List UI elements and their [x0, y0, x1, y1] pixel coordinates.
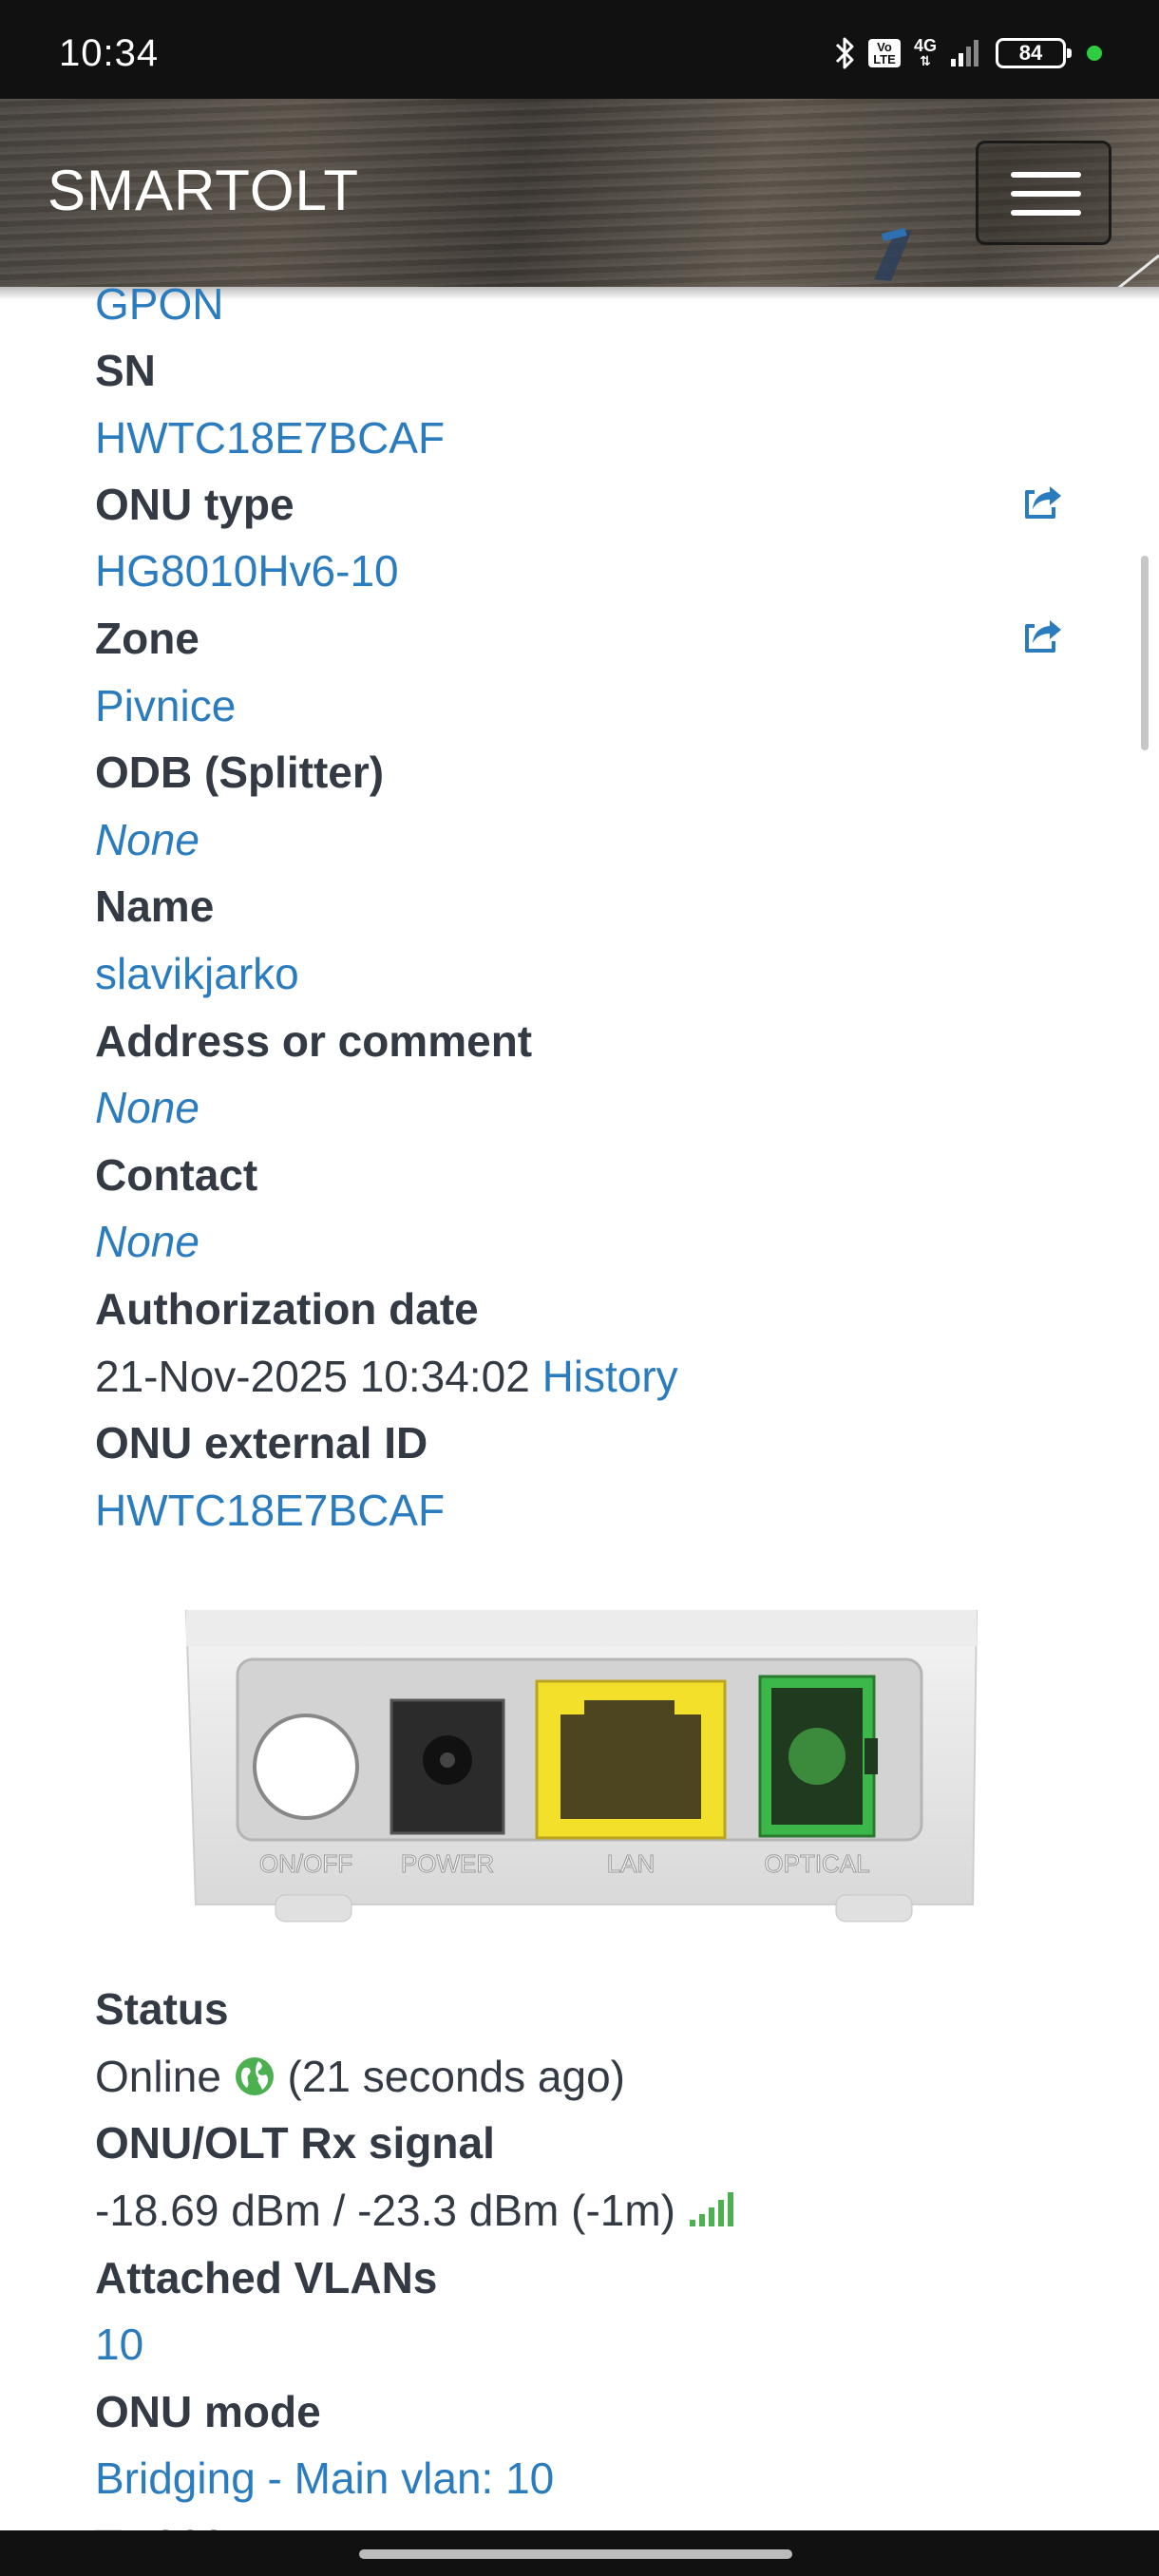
hamburger-icon-line — [1011, 191, 1081, 197]
address-value[interactable]: None — [95, 1079, 200, 1136]
zone-label: Zone — [95, 614, 200, 663]
brand-logo[interactable]: SMARTOLT — [48, 158, 359, 223]
auth-date-row: 21-Nov-2025 10:34:02 History — [95, 1348, 678, 1405]
port-label-power: POWER — [401, 1849, 494, 1878]
onu-device-image: ON/OFF POWER LAN OPTICAL — [184, 1610, 978, 1923]
edit-zone-icon[interactable] — [1021, 613, 1067, 658]
port-label-onoff: ON/OFF — [259, 1849, 352, 1878]
globe-icon — [235, 2057, 274, 2095]
battery-icon: 84 — [996, 38, 1072, 68]
volte-bottom: LTE — [873, 52, 896, 66]
network-type: 4G ⇅ — [913, 36, 937, 68]
bluetooth-icon — [834, 35, 855, 71]
signal-icon — [950, 38, 982, 68]
status-time-ago: (21 seconds ago) — [287, 2052, 625, 2101]
rx-signal-value: -18.69 dBm / -23.3 dBm (-1m) — [95, 2186, 675, 2235]
history-link[interactable]: History — [542, 1352, 678, 1401]
scrollbar[interactable] — [1141, 556, 1149, 750]
rx-signal-label: ONU/OLT Rx signal — [95, 2118, 495, 2168]
status-row: Online (21 seconds ago) — [95, 2048, 625, 2105]
network-label: 4G — [913, 36, 937, 55]
odb-label: ODB (Splitter) — [95, 748, 385, 797]
contact-label: Contact — [95, 1150, 258, 1200]
onu-type-value[interactable]: HG8010Hv6-10 — [95, 542, 399, 599]
port-label-lan: LAN — [607, 1849, 656, 1878]
status-icons: Vo LTE 4G ⇅ 84 — [834, 34, 1102, 72]
name-value[interactable]: slavikjarko — [95, 945, 299, 1002]
sn-value[interactable]: HWTC18E7BCAF — [95, 409, 445, 466]
volte-icon: Vo LTE — [867, 39, 901, 67]
system-nav-bar — [0, 2530, 1159, 2576]
battery-level: 84 — [1018, 41, 1043, 65]
vlans-label: Attached VLANs — [95, 2253, 438, 2302]
status-time: 10:34 — [59, 32, 160, 74]
odb-value[interactable]: None — [95, 811, 200, 868]
edit-onu-type-icon[interactable] — [1021, 479, 1067, 524]
signal-bars-icon — [689, 2192, 733, 2226]
vlans-value[interactable]: 10 — [95, 2316, 143, 2373]
contact-value[interactable]: None — [95, 1213, 200, 1270]
home-gesture-bar[interactable] — [359, 2549, 792, 2559]
sn-label: SN — [95, 346, 156, 395]
zone-value[interactable]: Pivnice — [95, 677, 236, 734]
status-value: Online — [95, 2052, 221, 2101]
auth-date-label: Authorization date — [95, 1284, 479, 1334]
name-label: Name — [95, 881, 215, 931]
app-header: SMARTOLT — [0, 99, 1159, 287]
status-label: Status — [95, 1984, 229, 2034]
hamburger-icon-line — [1011, 172, 1081, 178]
auth-date-value: 21-Nov-2025 10:34:02 — [95, 1352, 530, 1401]
external-id-label: ONU external ID — [95, 1418, 428, 1468]
data-arrows-icon: ⇅ — [920, 53, 931, 68]
onu-mode-value[interactable]: Bridging - Main vlan: 10 — [95, 2450, 554, 2507]
active-dot — [1087, 46, 1102, 61]
status-bar: 10:34 Vo LTE 4G ⇅ 84 — [0, 0, 1159, 99]
hamburger-icon-line — [1011, 210, 1081, 216]
port-label-optical: OPTICAL — [764, 1849, 869, 1878]
onu-mode-label: ONU mode — [95, 2387, 321, 2436]
onu-type-label: ONU type — [95, 480, 294, 529]
rx-signal-row: -18.69 dBm / -23.3 dBm (-1m) — [95, 2182, 739, 2239]
gpon-value: GPON — [95, 279, 224, 329]
hamburger-menu-button[interactable] — [976, 141, 1112, 245]
external-id-value[interactable]: HWTC18E7BCAF — [95, 1482, 445, 1539]
address-label: Address or comment — [95, 1016, 533, 1066]
